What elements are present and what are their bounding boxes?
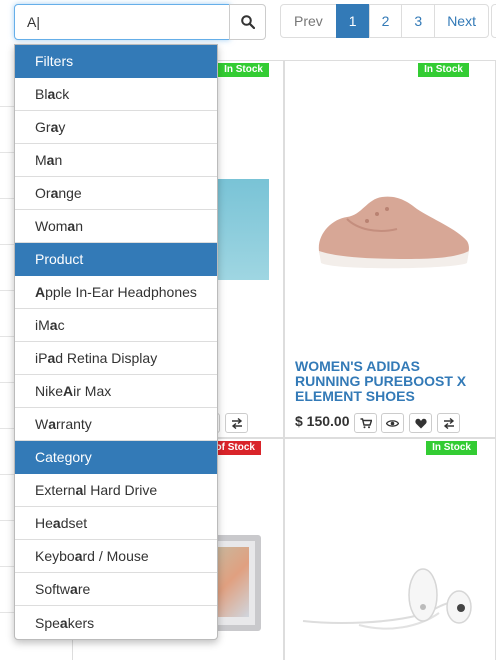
wishlist-button[interactable] — [409, 413, 432, 433]
suggestion-item[interactable]: Wa rranty — [15, 408, 217, 441]
suggestion-item[interactable]: iP a d Retina Display — [15, 342, 217, 375]
eye-icon — [386, 419, 399, 427]
toolbar-edge-control[interactable] — [491, 4, 496, 38]
stock-badge: In Stock — [218, 63, 269, 77]
group-header-filters: Filters — [15, 45, 217, 78]
page-link-1[interactable]: 1 — [335, 4, 370, 38]
suggestion-item[interactable]: Extern a l Hard Drive — [15, 474, 217, 507]
group-header-category: Category — [15, 441, 217, 474]
product-image — [302, 568, 472, 630]
product-card[interactable]: In Stock WOMEN'S ADIDAS RUNNING PUREBOOS… — [284, 60, 496, 438]
product-card[interactable]: In Stock — [284, 438, 496, 660]
stock-badge: In Stock — [426, 441, 477, 455]
group-header-product: Product — [15, 243, 217, 276]
suggestion-item[interactable]: iM a c — [15, 309, 217, 342]
suggestion-item[interactable]: Or a nge — [15, 177, 217, 210]
page-link-2[interactable]: 2 — [368, 4, 403, 38]
suggestion-item[interactable]: Bl a ck — [15, 78, 217, 111]
add-to-cart-button[interactable] — [354, 413, 377, 433]
search-input[interactable] — [14, 4, 230, 40]
stock-badge: In Stock — [418, 63, 469, 77]
compare-button[interactable] — [225, 413, 248, 433]
heart-icon — [414, 418, 427, 428]
compare-button[interactable] — [437, 413, 460, 433]
pagination-prev[interactable]: Prev — [280, 4, 337, 38]
search-autocomplete-dropdown: Filters Bl a ck Gr a y Man Or a nge Wom a n Prod… — [14, 44, 218, 640]
pagination: Prev 1 2 3 Next — [280, 4, 489, 38]
page-link-3[interactable]: 3 — [401, 4, 436, 38]
suggestion-item[interactable]: Apple In-Ear Headphones — [15, 276, 217, 309]
quick-view-button[interactable] — [381, 413, 404, 433]
product-image — [318, 196, 469, 269]
suggestion-item[interactable]: Man — [15, 144, 217, 177]
suggestion-item[interactable]: Softw a re — [15, 573, 217, 606]
suggestion-item[interactable]: Spe a kers — [15, 606, 217, 639]
product-price: $ 150.00 — [295, 413, 350, 429]
suggestion-item[interactable]: Gr a y — [15, 111, 217, 144]
cart-icon — [360, 417, 372, 428]
search-button[interactable] — [229, 4, 266, 40]
suggestion-item[interactable]: Nike Air Max — [15, 375, 217, 408]
suggestion-item[interactable]: Wom a n — [15, 210, 217, 243]
search-icon — [240, 15, 255, 29]
compare-icon — [443, 417, 454, 429]
suggestion-item[interactable]: He a dset — [15, 507, 217, 540]
pagination-next[interactable]: Next — [434, 4, 489, 38]
suggestion-item[interactable]: Keybo a rd / Mouse — [15, 540, 217, 573]
product-title[interactable]: WOMEN'S ADIDAS RUNNING PUREBOOST X ELEME… — [295, 359, 485, 404]
compare-icon — [231, 417, 242, 429]
